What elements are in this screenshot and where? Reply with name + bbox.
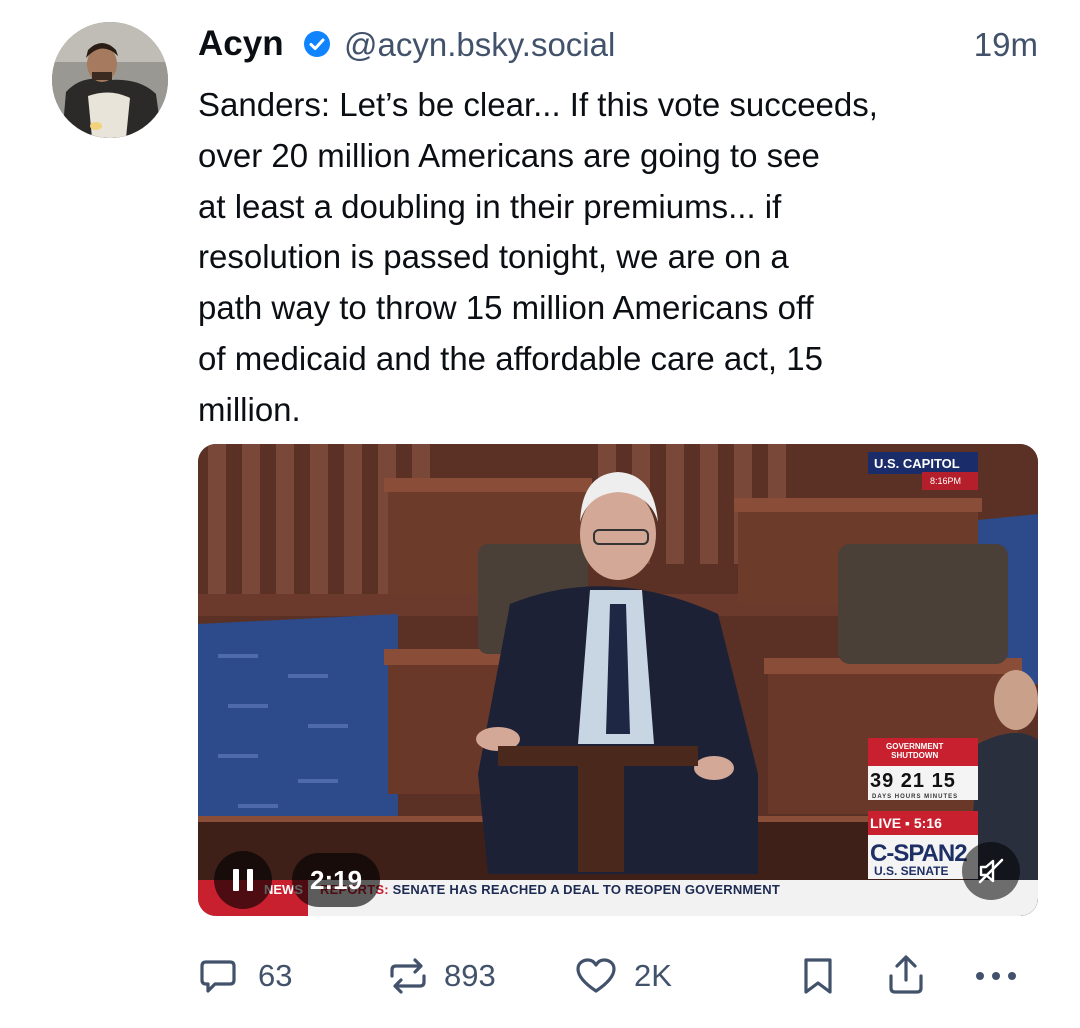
shutdown-label-line-2: SHUTDOWN	[891, 751, 939, 760]
post-text: Sanders: Let’s be clear... If this vote …	[198, 86, 878, 428]
author-name[interactable]: Acyn	[198, 24, 284, 64]
ticker-headline-text: SENATE HAS REACHED A DEAL TO REOPEN GOVE…	[388, 882, 781, 897]
more-options-button[interactable]	[970, 946, 1026, 1002]
bookmark-button[interactable]	[800, 946, 840, 1002]
like-count: 2K	[634, 958, 672, 993]
pause-icon-bar-right	[247, 869, 253, 891]
author-avatar[interactable]	[52, 22, 168, 138]
share-button[interactable]	[886, 946, 926, 1002]
capitol-label: U.S. CAPITOL	[874, 456, 960, 471]
repost-button[interactable]: 893	[386, 946, 516, 1002]
shutdown-label-line-1: GOVERNMENT	[886, 742, 944, 751]
ticker-headline: REPORTS: SENATE HAS REACHED A DEAL TO RE…	[320, 882, 780, 897]
shutdown-label: GOVERNMENT SHUTDOWN	[886, 742, 943, 760]
more-dots-icon	[976, 972, 1016, 980]
heart-icon	[576, 958, 616, 993]
post-header: Acyn @acyn.bsky.social 19m	[198, 22, 1038, 66]
like-button[interactable]: 2K	[574, 946, 694, 1002]
avatar-image	[52, 22, 168, 138]
post-timestamp[interactable]: 19m	[974, 26, 1038, 64]
reply-button[interactable]: 63	[198, 946, 308, 1002]
repost-icon	[390, 958, 426, 994]
author-handle[interactable]: @acyn.bsky.social	[344, 26, 615, 64]
live-label: LIVE ▪ 5:16	[870, 815, 942, 831]
pause-button[interactable]	[214, 851, 272, 909]
shutdown-counter: 39 21 15	[870, 770, 956, 792]
capitol-time: 8:16PM	[930, 476, 962, 486]
repost-count: 893	[444, 958, 496, 993]
muted-speaker-icon	[978, 858, 1004, 884]
shutdown-counter-units: DAYS HOURS MINUTES	[872, 794, 959, 800]
video-player[interactable]: U.S. CAPITOL 8:16PM GOVERNMENT SHUTDOWN …	[198, 444, 1038, 916]
reply-count: 63	[258, 958, 293, 993]
verified-badge-icon	[304, 31, 330, 57]
bookmark-icon	[804, 958, 832, 994]
share-icon	[889, 955, 923, 994]
post-actions: 63 893 2K	[198, 946, 1038, 1002]
network-sub: U.S. SENATE	[874, 864, 949, 878]
mute-button[interactable]	[962, 842, 1020, 900]
pause-icon-bar-left	[233, 869, 239, 891]
reply-icon	[200, 960, 236, 993]
video-duration: 2:19	[292, 853, 381, 907]
